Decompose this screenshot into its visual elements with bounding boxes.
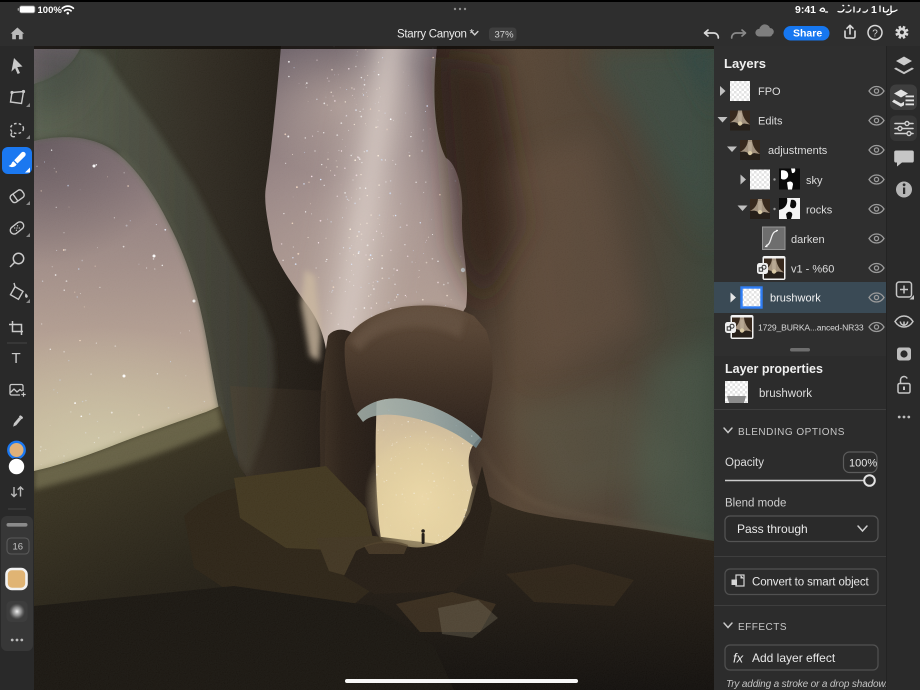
svg-text:Pass through: Pass through	[737, 522, 808, 536]
svg-text:Try adding a stroke or a drop: Try adding a stroke or a drop shadow.	[726, 679, 886, 690]
svg-text:37%: 37%	[495, 30, 515, 41]
svg-text:Blend mode: Blend mode	[725, 498, 786, 510]
svg-text:Share: Share	[793, 28, 822, 40]
svg-text:adjustments: adjustments	[768, 145, 828, 157]
svg-text:T: T	[12, 350, 21, 367]
svg-text:rocks: rocks	[806, 205, 833, 217]
svg-text:FPO: FPO	[758, 86, 781, 98]
svg-text:9:41: 9:41	[795, 4, 816, 16]
svg-text:?: ?	[872, 28, 878, 39]
svg-text:darken: darken	[791, 234, 825, 246]
svg-text:Starry Canyon *: Starry Canyon *	[397, 28, 474, 40]
svg-text:brushwork: brushwork	[759, 388, 812, 400]
svg-text:100%: 100%	[849, 458, 877, 470]
svg-text:Convert to smart object: Convert to smart object	[752, 577, 869, 589]
svg-text:EFFECTS: EFFECTS	[738, 622, 787, 633]
svg-text:fx: fx	[733, 651, 744, 666]
svg-text:Edits: Edits	[758, 116, 783, 128]
svg-text:Layer properties: Layer properties	[725, 362, 823, 376]
svg-text:1729_BURKA...anced-NR33: 1729_BURKA...anced-NR33	[758, 323, 864, 333]
svg-text:1: 1	[871, 4, 877, 16]
svg-text:v1 - %60: v1 - %60	[791, 264, 834, 276]
svg-text:Add layer effect: Add layer effect	[752, 651, 836, 665]
svg-text:16: 16	[13, 542, 24, 553]
svg-text:Layers: Layers	[724, 56, 766, 71]
svg-text:100%: 100%	[38, 5, 63, 16]
svg-text:Opacity: Opacity	[725, 457, 764, 469]
svg-text:BLENDING OPTIONS: BLENDING OPTIONS	[738, 427, 845, 438]
svg-text:sky: sky	[806, 175, 823, 187]
svg-text:brushwork: brushwork	[770, 293, 821, 305]
